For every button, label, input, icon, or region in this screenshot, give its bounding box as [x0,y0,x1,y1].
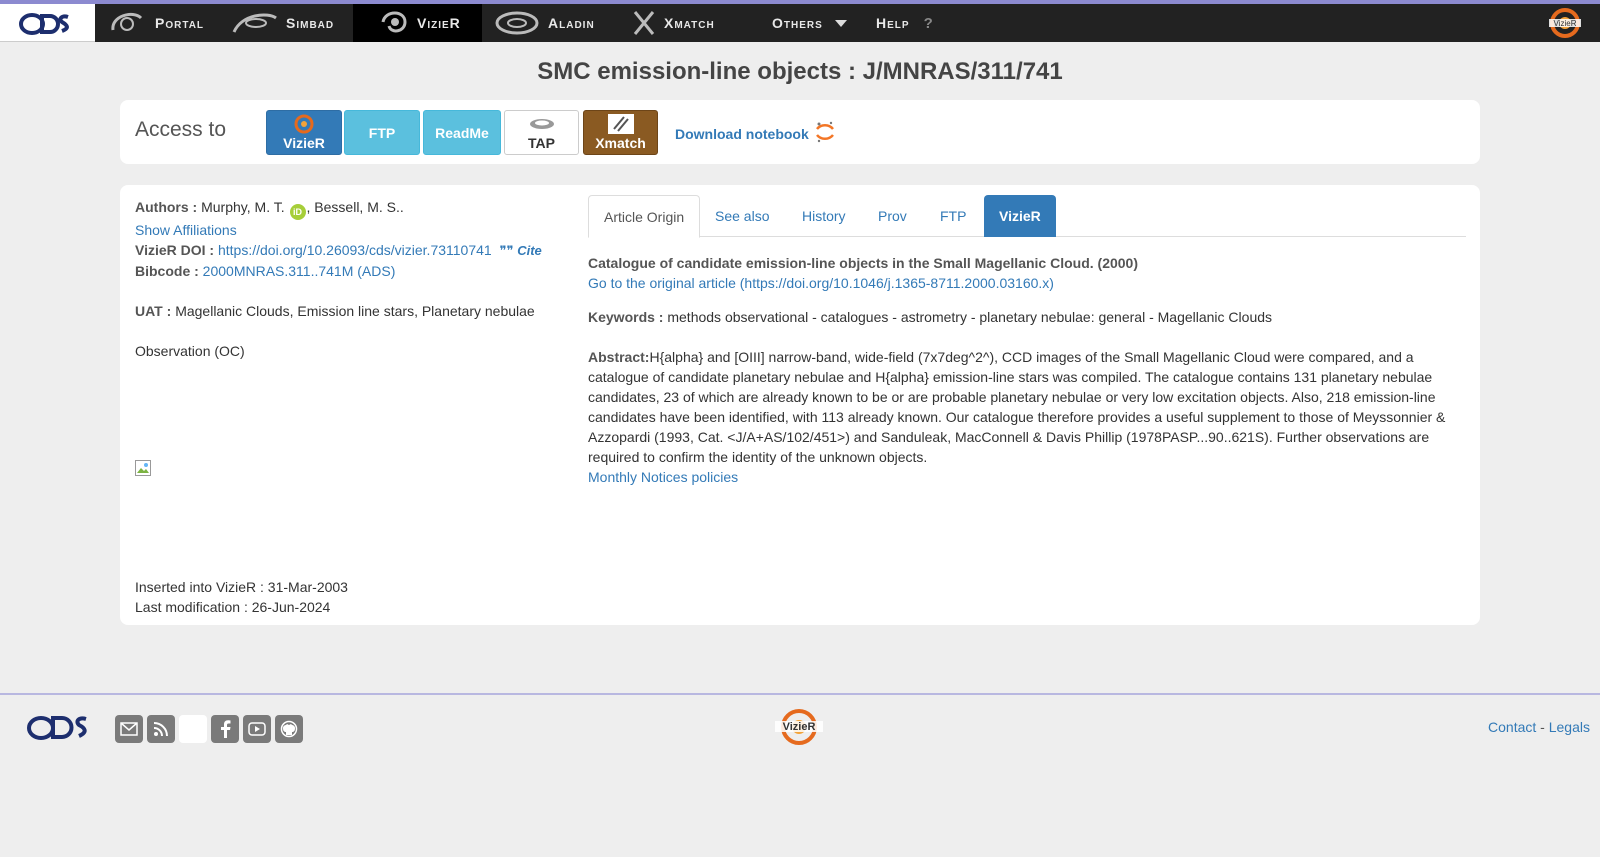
chevron-down-icon [834,19,847,27]
show-affiliations-link[interactable]: Show Affiliations [135,222,237,238]
keywords-label: Keywords : [588,309,664,325]
social-links [115,715,303,743]
access-ftp-button[interactable]: FTP [344,110,420,155]
vizier-corner-logo[interactable]: VizieR [1545,7,1585,42]
github-icon[interactable] [275,715,303,743]
observation-type: Observation (OC) [135,343,245,359]
simbad-icon [232,8,278,38]
catalog-dates: Inserted into VizieR : 31-Mar-2003 Last … [135,577,348,617]
access-xmatch-label: Xmatch [595,135,646,151]
facebook-icon[interactable] [211,715,239,743]
inserted-date: Inserted into VizieR : 31-Mar-2003 [135,579,348,595]
jupyter-icon [815,121,835,146]
access-readme-label: ReadMe [435,124,489,141]
download-notebook-link[interactable]: Download notebook [675,121,835,146]
tab-see-also[interactable]: See also [700,195,784,237]
access-vizier-label: VizieR [283,135,325,151]
tap-icon [528,114,556,134]
doi-label: VizieR DOI : [135,242,215,258]
access-label: Access to [135,118,227,141]
nav-help[interactable]: Help ? [876,4,934,42]
access-xmatch-button[interactable]: Xmatch [583,110,658,155]
nav-portal-label: Portal [155,15,205,31]
question-icon: ? [923,14,934,32]
nav-portal[interactable]: Portal [107,4,204,42]
nav-others-label: Others [772,15,823,31]
nav-vizier[interactable]: VizieR [353,4,482,42]
author-name: Murphy, M. T. [201,199,285,215]
xmatch-cross-icon [607,114,634,134]
nav-aladin[interactable]: Aladin [494,4,595,42]
modified-date: Last modification : 26-Jun-2024 [135,599,331,615]
journal-policies-link[interactable]: Monthly Notices policies [588,469,738,485]
access-panel: Access to VizieR FTP ReadMe TAP Xmatch D… [120,100,1480,164]
nav-xmatch[interactable]: Xmatch [632,4,715,42]
article-origin-content: Catalogue of candidate emission-line obj… [588,253,1468,487]
author-name: , Bessell, M. S.. [306,199,404,215]
nav-others-dropdown[interactable]: Others [772,4,847,42]
uat-row: UAT : Magellanic Clouds, Emission line s… [135,301,575,321]
footer-links: Contact - Legals [1488,719,1590,735]
quote-icon: ❞❞ [499,243,514,258]
nav-help-label: Help [876,15,910,31]
blank-social-icon[interactable] [179,715,207,743]
broken-image-icon [135,460,151,476]
footer: VizieR Contact - Legals [0,693,1600,753]
nav-vizier-label: VizieR [417,15,461,31]
svg-text:VizieR: VizieR [783,721,816,733]
youtube-icon[interactable] [243,715,271,743]
nav-simbad[interactable]: Simbad [232,4,334,42]
svg-text:VizieR: VizieR [1554,19,1577,28]
access-vizier-button[interactable]: VizieR [266,110,342,155]
keywords-text: methods observational - catalogues - ast… [667,309,1273,325]
portal-icon [107,8,147,38]
access-readme-button[interactable]: ReadMe [423,110,501,155]
cite-button[interactable]: ❞❞ Cite [500,243,542,258]
mail-icon[interactable] [115,715,143,743]
access-tap-button[interactable]: TAP [504,110,579,155]
orcid-icon[interactable]: iD [289,204,306,220]
uat-label: UAT : [135,303,172,319]
bibcode-label: Bibcode : [135,263,199,279]
cite-label: Cite [517,243,542,258]
tab-history[interactable]: History [787,195,861,237]
nav-simbad-label: Simbad [286,15,335,31]
abstract-label: Abstract: [588,349,650,365]
page-title: SMC emission-line objects : J/MNRAS/311/… [537,58,1063,85]
legals-link[interactable]: Legals [1549,719,1590,735]
nav-xmatch-label: Xmatch [664,15,715,31]
nav-aladin-label: Aladin [548,15,595,31]
abstract-text: H{alpha} and [OIII] narrow-band, wide-fi… [588,349,1446,465]
article-title: Catalogue of candidate emission-line obj… [588,255,1139,271]
vizier-icon [292,114,316,134]
tab-ftp[interactable]: FTP [925,195,981,237]
catalog-metadata: Authors : Murphy, M. T. iD, Bessell, M. … [135,197,575,361]
tab-article-origin[interactable]: Article Origin [588,195,701,238]
access-tap-label: TAP [528,135,555,151]
tab-vizier[interactable]: VizieR [984,195,1056,237]
download-notebook-label: Download notebook [675,125,809,142]
authors-row: Authors : Murphy, M. T. iD, Bessell, M. … [135,197,575,220]
bibcode-row: Bibcode : 2000MNRAS.311..741M (ADS) [135,261,575,281]
bibcode-link[interactable]: 2000MNRAS.311..741M (ADS) [203,263,396,279]
tab-prov[interactable]: Prov [863,195,922,237]
article-tabs: Article Origin See also History Prov FTP… [588,195,1466,238]
uat-keywords: Magellanic Clouds, Emission line stars, … [175,303,535,319]
vizier-footer-logo[interactable]: VizieR [773,707,825,750]
contact-link[interactable]: Contact [1488,719,1536,735]
doi-link[interactable]: https://doi.org/10.26093/cds/vizier.7311… [218,242,492,258]
aladin-icon [494,8,540,38]
cds-footer-logo[interactable] [26,709,94,748]
rss-icon[interactable] [147,715,175,743]
footer-separator: - [1536,719,1549,735]
authors-label: Authors : [135,199,198,215]
access-ftp-label: FTP [368,124,396,141]
cds-logo[interactable] [0,4,95,42]
doi-row: VizieR DOI : https://doi.org/10.26093/cd… [135,240,575,261]
vizier-nav-icon [379,8,409,38]
top-navbar: Portal Simbad VizieR Aladin Xmatch Other… [0,0,1600,42]
original-article-link[interactable]: Go to the original article (https://doi.… [588,275,1054,291]
xmatch-icon [632,8,656,38]
catalog-detail-panel: Authors : Murphy, M. T. iD, Bessell, M. … [120,185,1480,625]
